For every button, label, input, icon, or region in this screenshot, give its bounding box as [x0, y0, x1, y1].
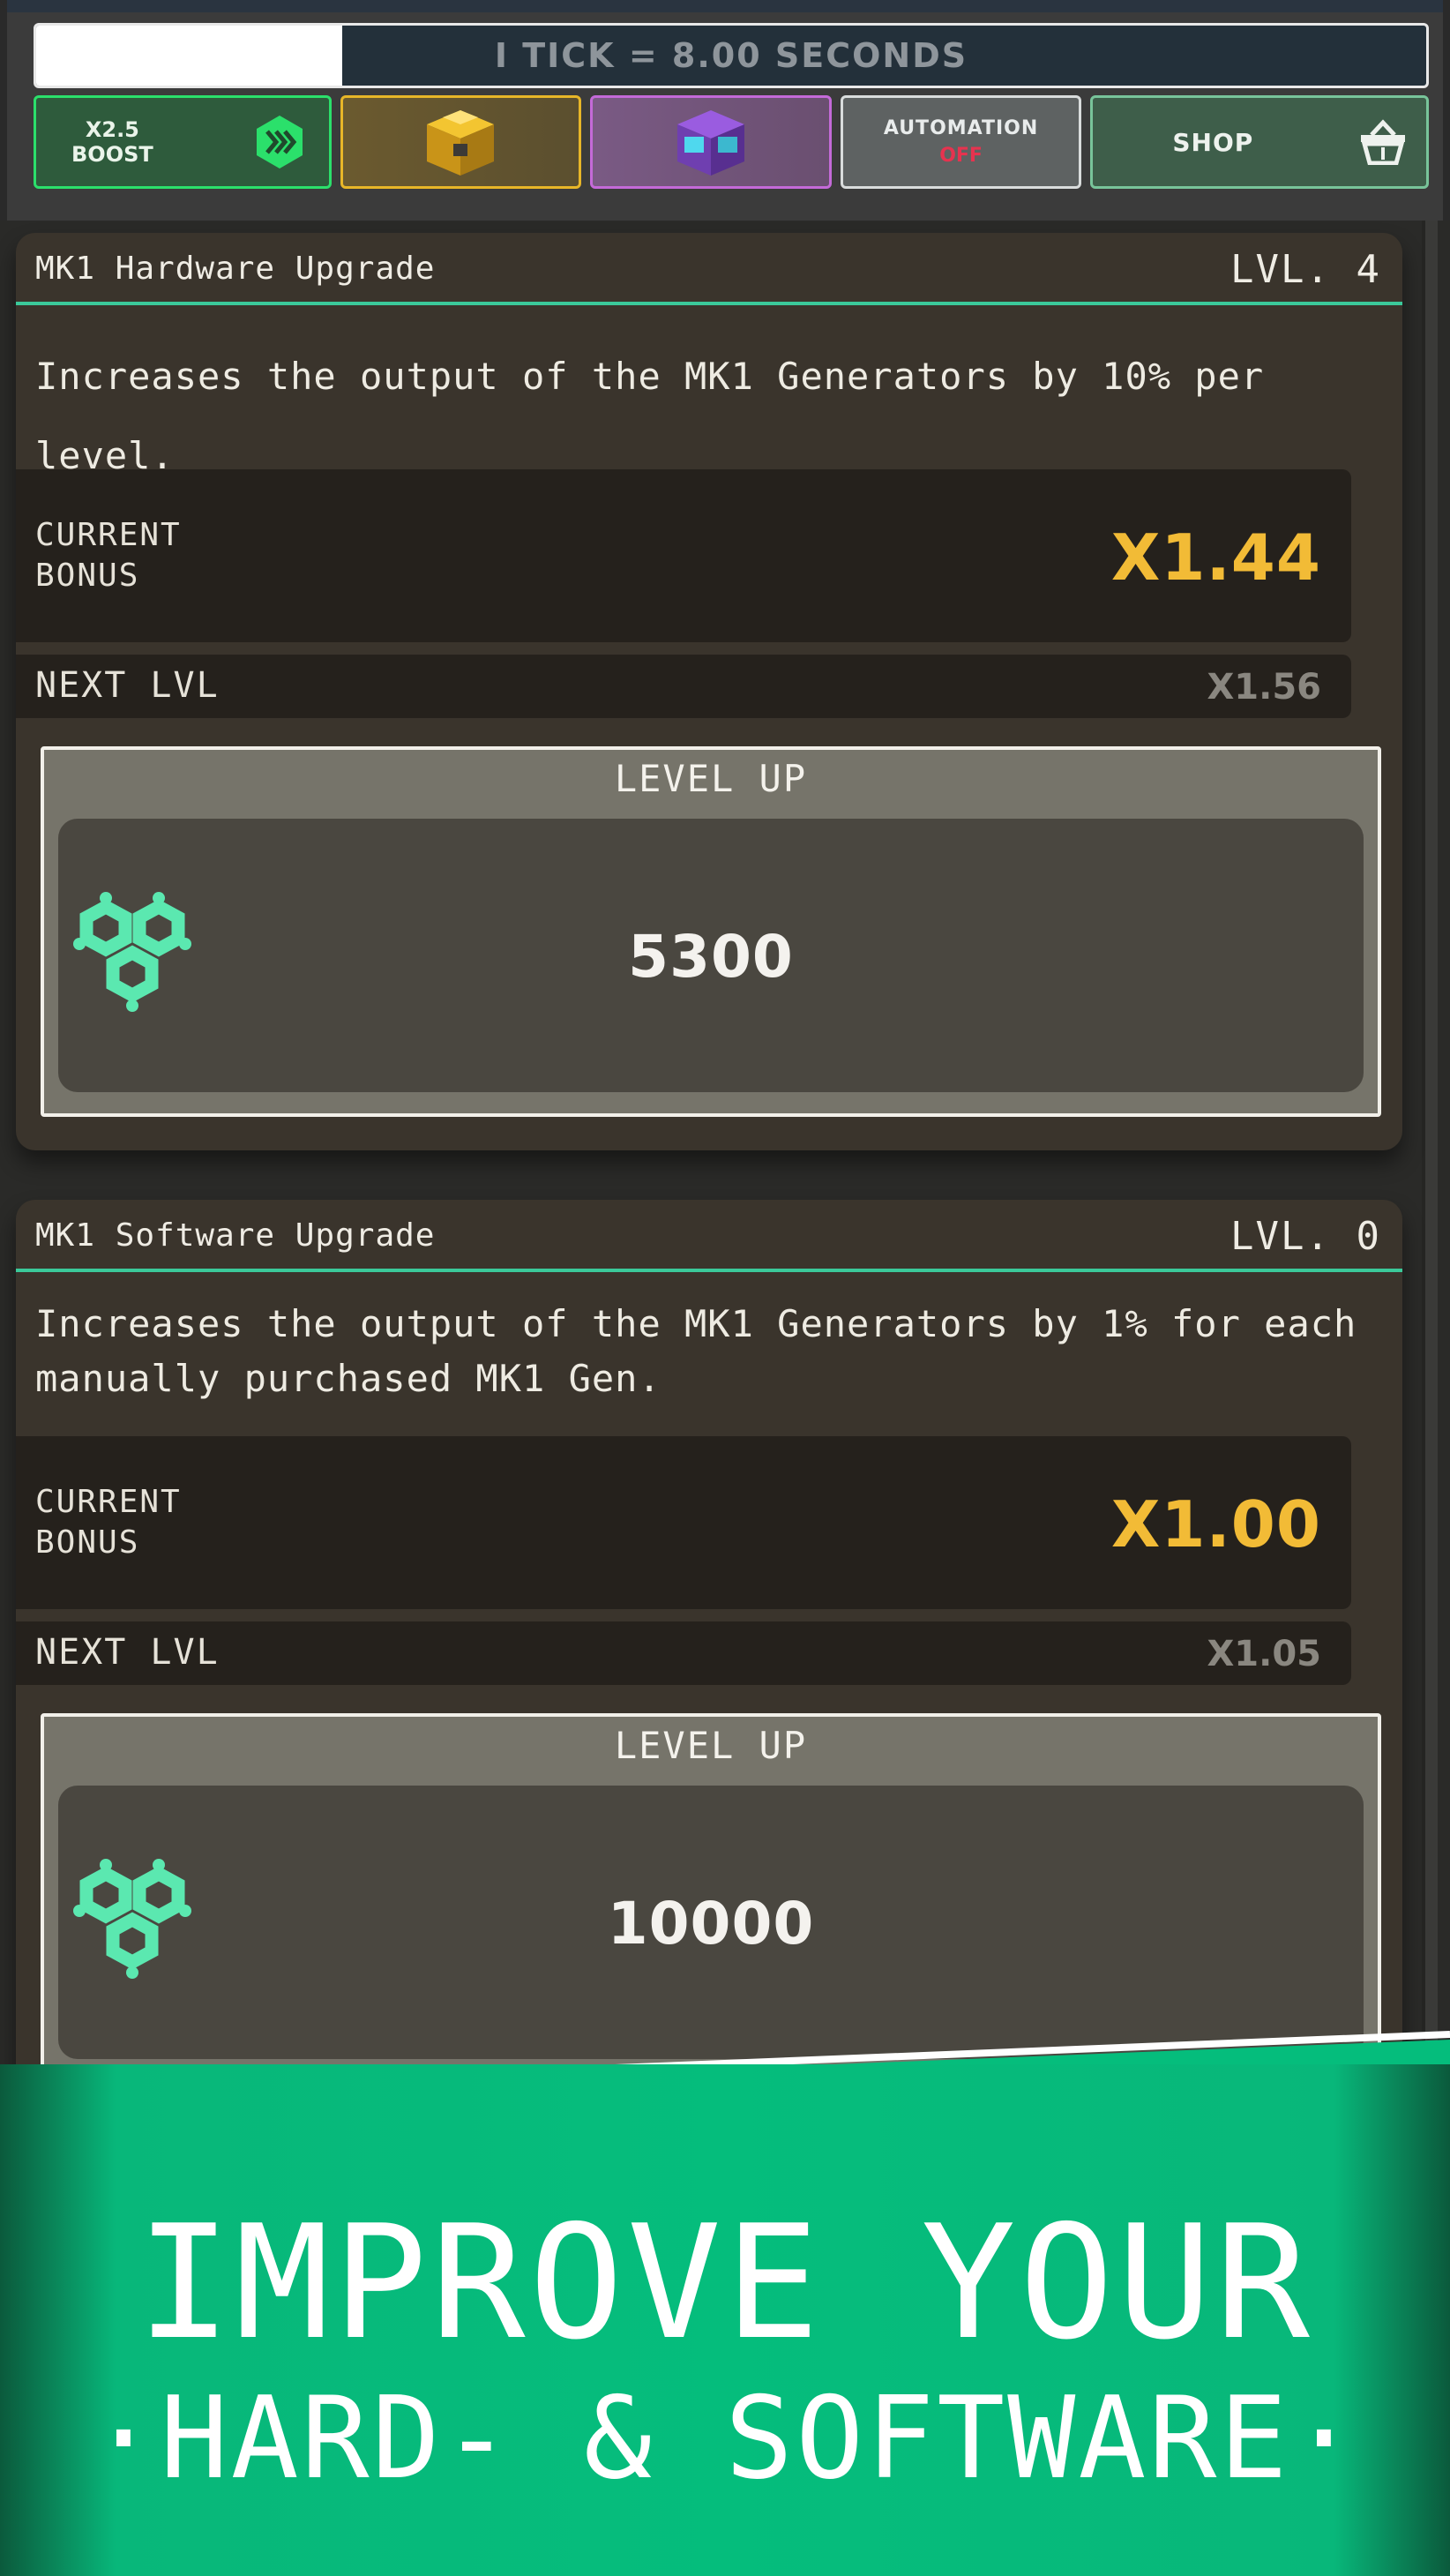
current-bonus-box: CURRENT BONUS X1.44 — [16, 469, 1351, 642]
upgrades-scrollbar[interactable] — [1422, 221, 1438, 2100]
current-bonus-value: X1.44 — [1110, 520, 1321, 595]
top-toolbar: I TICK = 8.00 SECONDS X2.5 BOOST AUTOMAT… — [0, 0, 1450, 221]
current-bonus-label-line1: CURRENT — [35, 1484, 182, 1520]
fast-forward-hex-icon — [256, 116, 303, 168]
upgrade-level: LVL. 4 — [1230, 247, 1381, 292]
upgrade-description: Increases the output of the MK1 Generato… — [35, 1302, 1357, 1400]
shop-button[interactable]: SHOP — [1090, 95, 1429, 189]
boost-word: BOOST — [71, 142, 153, 167]
level-up-button[interactable]: LEVEL UP 5300 — [41, 746, 1381, 1117]
current-bonus-label: CURRENT BONUS — [35, 515, 182, 596]
upgrade-title: MK1 Hardware Upgrade — [35, 251, 436, 287]
upgrade-card-hardware: MK1 Hardware Upgrade LVL. 4 Increases th… — [16, 233, 1402, 1150]
next-level-value: X1.05 — [1207, 1634, 1321, 1674]
tick-duration-label: I TICK = 8.00 SECONDS — [494, 36, 968, 75]
current-bonus-value: X1.00 — [1110, 1487, 1321, 1561]
upgrade-title: MK1 Software Upgrade — [35, 1217, 436, 1254]
level-up-cost-panel: 5300 — [58, 819, 1364, 1092]
shop-label: SHOP — [1172, 127, 1254, 157]
level-up-button[interactable]: LEVEL UP 10000 — [41, 1713, 1381, 2084]
level-up-cost-panel: 10000 — [58, 1786, 1364, 2059]
next-level-box: NEXT LVL X1.05 — [16, 1621, 1351, 1685]
current-bonus-label: CURRENT BONUS — [35, 1482, 182, 1563]
upgrade-level: LVL. 0 — [1230, 1214, 1381, 1259]
next-level-value: X1.56 — [1207, 667, 1321, 708]
gold-chest-button[interactable] — [340, 95, 582, 189]
boost-multiplier: X2.5 — [85, 117, 139, 142]
promo-subheadline: ·HARD- & SOFTWARE· — [89, 2373, 1361, 2505]
next-level-label: NEXT LVL — [35, 665, 220, 706]
basket-icon — [1360, 119, 1405, 165]
upgrade-card-software: MK1 Software Upgrade LVL. 0 Increases th… — [16, 1200, 1402, 2135]
current-bonus-box: CURRENT BONUS X1.00 — [16, 1436, 1351, 1609]
level-up-label: LEVEL UP — [614, 757, 808, 800]
upgrade-card-header: MK1 Hardware Upgrade LVL. 4 — [16, 233, 1402, 305]
boost-button[interactable]: X2.5 BOOST — [34, 95, 332, 189]
automation-state: OFF — [939, 145, 983, 167]
current-bonus-label-line1: CURRENT — [35, 517, 182, 553]
toolbar-buttons: X2.5 BOOST AUTOMATION OFF SHOP — [34, 95, 1429, 189]
current-bonus-label-line2: BONUS — [35, 558, 140, 594]
gold-chest-icon — [427, 110, 495, 176]
level-up-cost: 5300 — [628, 923, 794, 991]
purple-chest-button[interactable] — [590, 95, 832, 189]
level-up-cost: 10000 — [607, 1890, 815, 1958]
upgrade-card-header: MK1 Software Upgrade LVL. 0 — [16, 1200, 1402, 1272]
automation-button[interactable]: AUTOMATION OFF — [840, 95, 1082, 189]
level-up-label: LEVEL UP — [614, 1724, 808, 1767]
boost-label: X2.5 BOOST — [71, 117, 153, 167]
next-level-label: NEXT LVL — [35, 1632, 220, 1673]
automation-label: AUTOMATION — [883, 117, 1039, 139]
next-level-box: NEXT LVL X1.56 — [16, 655, 1351, 718]
purple-chest-icon — [676, 110, 744, 176]
tick-progress-bar: I TICK = 8.00 SECONDS — [34, 23, 1429, 88]
promo-headline: IMPROVE YOUR — [137, 2191, 1313, 2374]
current-bonus-label-line2: BONUS — [35, 1524, 140, 1561]
